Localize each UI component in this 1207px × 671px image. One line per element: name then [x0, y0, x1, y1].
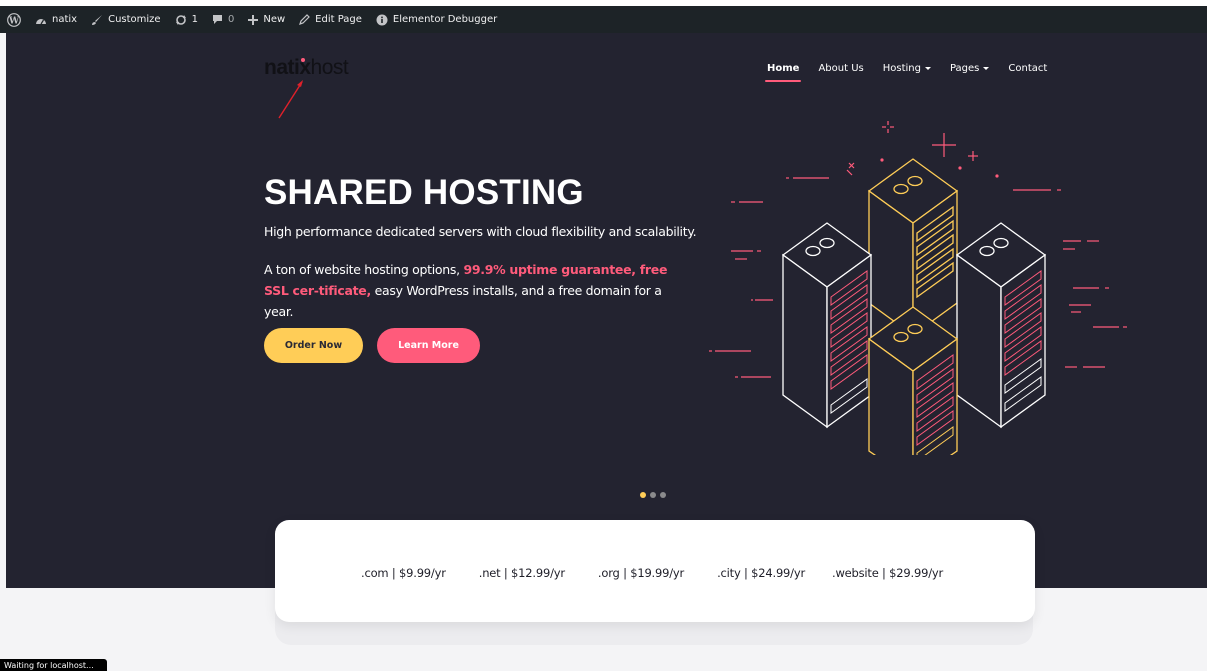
order-now-button[interactable]: Order Now — [264, 328, 363, 363]
debugger-label: Elementor Debugger — [392, 14, 498, 25]
refresh-icon — [175, 14, 187, 26]
wordpress-logo-button[interactable]: W — [0, 6, 28, 33]
caret-down-icon — [983, 67, 990, 70]
slider-dot-1[interactable] — [640, 492, 646, 498]
pencil-icon — [299, 14, 311, 25]
wordpress-icon: W — [7, 12, 21, 27]
comments-count: 0 — [227, 14, 235, 25]
desc-text: A ton of website hosting options, — [264, 262, 464, 277]
nav-label: Pages — [949, 62, 980, 74]
site-logo[interactable]: natixhost — [264, 56, 349, 80]
red-arrow-annotation — [278, 80, 303, 119]
learn-more-button[interactable]: Learn More — [377, 328, 480, 363]
slider-dot-3[interactable] — [660, 492, 666, 498]
nav-label: Hosting — [882, 62, 921, 74]
comments-link[interactable]: 0 — [205, 6, 241, 33]
site-name-link[interactable]: natix — [28, 6, 84, 33]
nav-item-pages[interactable]: Pages — [949, 60, 990, 76]
slider-dots — [640, 492, 666, 498]
comment-icon — [212, 14, 223, 25]
new-content-link[interactable]: New — [241, 6, 292, 33]
nav-item-hosting[interactable]: Hosting — [883, 60, 931, 76]
domain-price-com: .com | $9.99/yr — [361, 566, 446, 580]
hero-title: SHARED HOSTING — [264, 173, 584, 212]
customize-label: Customize — [108, 14, 161, 25]
elementor-debugger-link[interactable]: Elementor Debugger — [369, 6, 504, 33]
servers-illustration — [709, 121, 1127, 455]
logo-dot — [301, 58, 305, 62]
browser-status-bar: Waiting for localhost... — [0, 659, 107, 671]
customize-link[interactable]: Customize — [84, 6, 168, 33]
hero-section: natixhost Home About Us Hosting Pages Co… — [6, 33, 1207, 588]
dashboard-icon — [35, 15, 47, 25]
domain-price-website: .website | $29.99/yr — [831, 566, 944, 580]
main-nav: Home About Us Hosting Pages Contact — [764, 60, 1066, 82]
site-name-label: natix — [52, 14, 78, 25]
wp-admin-bar: W natix Customize 1 0 New Edit Page Elem… — [0, 6, 1207, 33]
info-icon — [376, 14, 388, 26]
edit-page-label: Edit Page — [315, 14, 362, 25]
svg-text:W: W — [8, 16, 20, 26]
hero-description: A ton of website hosting options, 99.9% … — [264, 259, 684, 322]
nav-label: Contact — [1008, 62, 1048, 74]
nav-item-contact[interactable]: Contact — [1008, 60, 1047, 76]
new-label: New — [263, 14, 286, 25]
caret-down-icon — [924, 67, 931, 70]
logo-light-text: host — [310, 56, 349, 79]
nav-item-about-us[interactable]: About Us — [818, 60, 863, 76]
plus-icon — [248, 14, 259, 25]
domain-pricing-card: .com | $9.99/yr .net | $12.99/yr .org | … — [275, 520, 1035, 622]
updates-count: 1 — [191, 14, 198, 25]
nav-label: Home — [767, 62, 800, 74]
nav-item-home[interactable]: Home — [764, 60, 802, 82]
edit-page-link[interactable]: Edit Page — [292, 6, 369, 33]
hero-subtitle: High performance dedicated servers with … — [264, 224, 697, 239]
domain-price-net: .net | $12.99/yr — [478, 566, 565, 580]
domain-price-city: .city | $24.99/yr — [717, 566, 805, 580]
updates-link[interactable]: 1 — [168, 6, 205, 33]
slider-dot-2[interactable] — [650, 492, 656, 498]
nav-label: About Us — [818, 62, 864, 74]
brush-icon — [91, 14, 103, 26]
domain-price-org: .org | $19.99/yr — [597, 566, 685, 580]
domain-price-list: .com | $9.99/yr .net | $12.99/yr .org | … — [361, 566, 943, 580]
